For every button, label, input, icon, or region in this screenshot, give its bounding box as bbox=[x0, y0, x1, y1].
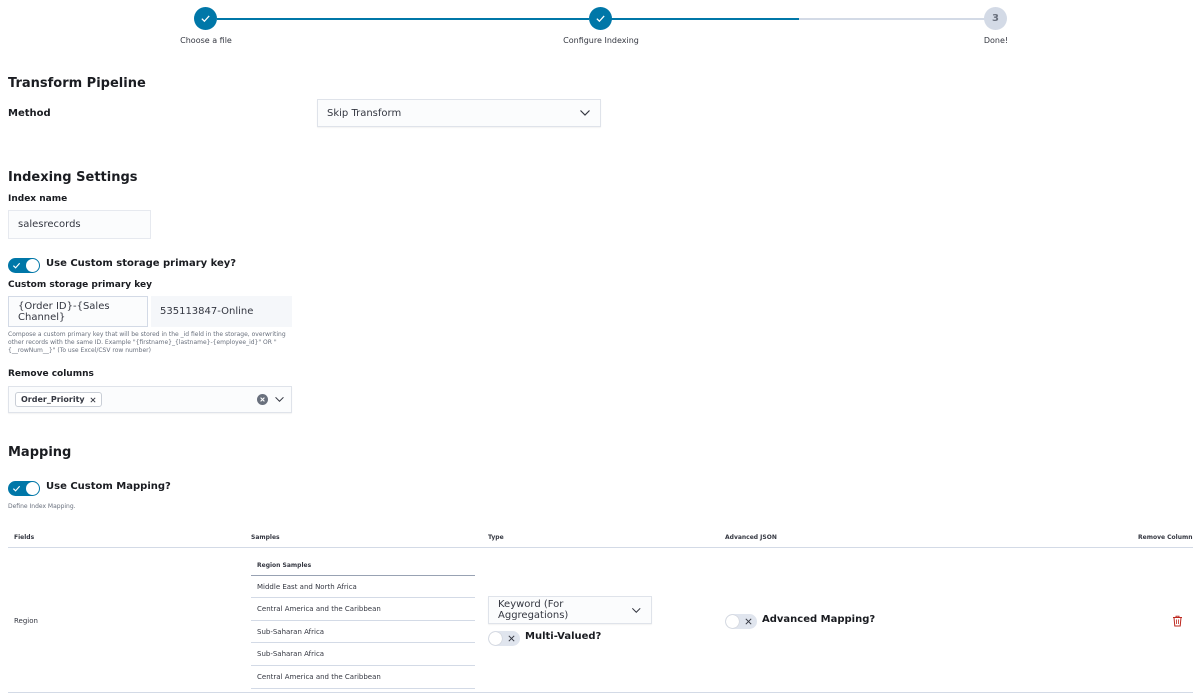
method-select-value: Skip Transform bbox=[327, 107, 402, 119]
column-pill: Order_Priority bbox=[15, 392, 102, 407]
sample-item: Central America and the Caribbean bbox=[251, 666, 475, 689]
transform-pipeline-title: Transform Pipeline bbox=[8, 76, 146, 91]
sample-item: Middle East and North Africa bbox=[251, 576, 475, 598]
chevron-down-icon bbox=[580, 110, 590, 116]
type-select[interactable]: Keyword (For Aggregations) bbox=[488, 596, 652, 624]
table-row-divider bbox=[8, 692, 1193, 693]
step-3-label: Done! bbox=[983, 36, 1009, 45]
sample-item: Central America and the Caribbean bbox=[251, 598, 475, 621]
multi-valued-toggle[interactable] bbox=[488, 631, 520, 646]
col-header-advanced-json: Advanced JSON bbox=[725, 534, 777, 541]
step-connector-2b bbox=[799, 18, 985, 20]
sample-item: Sub-Saharan Africa bbox=[251, 621, 475, 643]
step-2-label: Configure Indexing bbox=[563, 36, 639, 45]
stepper: Choose a file Configure Indexing 3 Done! bbox=[0, 0, 1200, 50]
custom-mapping-toggle[interactable] bbox=[8, 481, 40, 496]
advanced-mapping-label: Advanced Mapping? bbox=[762, 614, 876, 625]
step-connector-1 bbox=[217, 18, 589, 20]
samples-header: Region Samples bbox=[251, 555, 475, 576]
col-header-samples: Samples bbox=[251, 534, 280, 541]
remove-columns-combobox[interactable]: Order_Priority bbox=[8, 386, 292, 413]
sample-item: Sub-Saharan Africa bbox=[251, 643, 475, 666]
custom-pk-toggle-label: Use Custom storage primary key? bbox=[46, 258, 237, 269]
method-select[interactable]: Skip Transform bbox=[317, 99, 601, 127]
mapping-title: Mapping bbox=[8, 445, 72, 460]
step-2-complete-icon[interactable] bbox=[589, 7, 612, 30]
check-icon bbox=[596, 15, 605, 23]
custom-pk-input[interactable]: {Order ID}-{Sales Channel} bbox=[8, 296, 148, 327]
trash-icon[interactable] bbox=[1172, 615, 1183, 627]
multi-valued-label: Multi-Valued? bbox=[525, 631, 602, 642]
mapping-help-text: Define Index Mapping. bbox=[8, 503, 76, 510]
custom-pk-preview: 535113847-Online bbox=[151, 296, 292, 327]
custom-pk-help-text: Compose a custom primary key that will b… bbox=[8, 331, 286, 354]
step-1-label: Choose a file bbox=[180, 36, 232, 45]
index-name-input[interactable]: salesrecords bbox=[8, 210, 151, 239]
col-header-type: Type bbox=[488, 534, 504, 541]
close-icon[interactable] bbox=[90, 396, 96, 403]
remove-columns-label: Remove columns bbox=[8, 369, 94, 379]
col-header-remove-column: Remove Column bbox=[1138, 534, 1193, 541]
check-icon bbox=[12, 262, 21, 269]
step-3-number[interactable]: 3 bbox=[984, 7, 1007, 30]
cross-icon bbox=[508, 635, 515, 642]
table-header-divider bbox=[8, 547, 1193, 548]
field-name: Region bbox=[14, 617, 38, 625]
col-header-fields: Fields bbox=[14, 534, 35, 541]
indexing-settings-title: Indexing Settings bbox=[8, 170, 138, 185]
advanced-mapping-toggle[interactable] bbox=[725, 614, 757, 629]
custom-pk-toggle[interactable] bbox=[8, 258, 40, 273]
clear-icon[interactable] bbox=[257, 394, 268, 405]
chevron-down-icon[interactable] bbox=[274, 396, 285, 403]
index-name-label: Index name bbox=[8, 194, 68, 204]
custom-mapping-toggle-label: Use Custom Mapping? bbox=[46, 481, 171, 492]
cross-icon bbox=[745, 618, 752, 625]
check-icon bbox=[201, 15, 210, 23]
check-icon bbox=[12, 485, 21, 492]
column-pill-label: Order_Priority bbox=[21, 395, 85, 404]
type-select-value: Keyword (For Aggregations) bbox=[498, 599, 569, 621]
step-connector-2a bbox=[611, 18, 799, 20]
custom-pk-label: Custom storage primary key bbox=[8, 280, 152, 290]
method-label: Method bbox=[8, 108, 51, 119]
step-1-complete-icon[interactable] bbox=[194, 7, 217, 30]
chevron-down-icon bbox=[632, 607, 642, 613]
